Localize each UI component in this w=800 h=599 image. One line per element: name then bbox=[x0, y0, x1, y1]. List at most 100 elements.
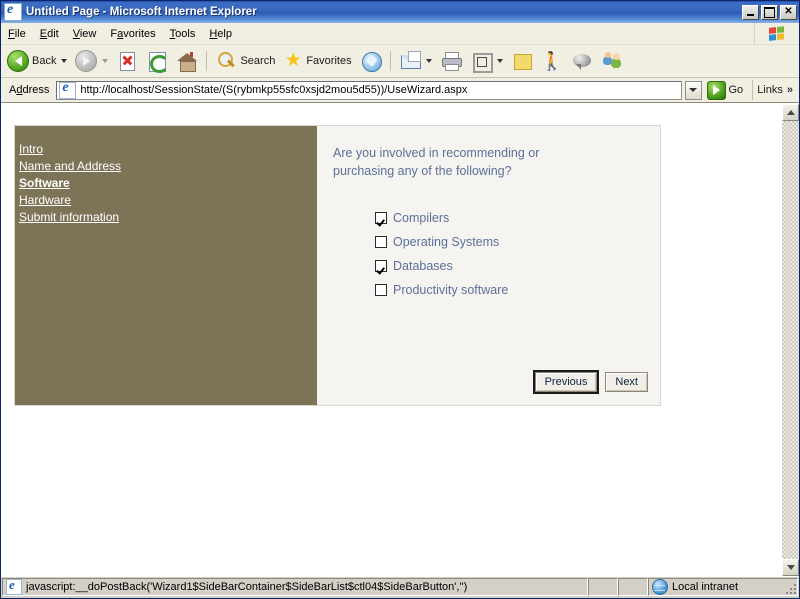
print-button[interactable] bbox=[436, 48, 466, 74]
checkbox-compilers[interactable] bbox=[375, 212, 387, 224]
checkbox-row-operating-systems[interactable]: Operating Systems bbox=[375, 230, 660, 254]
discuss-icon bbox=[571, 50, 593, 72]
notes-icon bbox=[511, 50, 533, 72]
close-button[interactable]: ✕ bbox=[780, 5, 797, 20]
security-zone-pane[interactable]: Local intranet bbox=[648, 578, 798, 596]
next-button[interactable]: Next bbox=[605, 372, 648, 392]
home-icon bbox=[176, 50, 198, 72]
notes-button[interactable] bbox=[507, 48, 537, 74]
list-item: Software bbox=[19, 175, 317, 191]
mail-icon bbox=[399, 50, 421, 72]
forward-button[interactable] bbox=[71, 48, 112, 74]
toolbar: Back Search ★ Favorites bbox=[1, 45, 799, 78]
checkbox-operating-systems[interactable] bbox=[375, 236, 387, 248]
sidebar-item-submit-information[interactable]: Submit information bbox=[19, 209, 119, 225]
people-icon bbox=[601, 50, 623, 72]
checkbox-row-productivity-software[interactable]: Productivity software bbox=[375, 278, 660, 302]
checkbox-label-operating-systems: Operating Systems bbox=[393, 235, 499, 249]
links-button[interactable]: Links » bbox=[752, 80, 797, 100]
toolbar-separator bbox=[206, 51, 207, 71]
scroll-up-button[interactable] bbox=[782, 104, 799, 121]
list-item: Intro bbox=[19, 141, 317, 157]
search-button[interactable]: Search bbox=[211, 48, 279, 74]
checkbox-productivity-software[interactable] bbox=[375, 284, 387, 296]
home-button[interactable] bbox=[172, 48, 202, 74]
window-controls: ✕ bbox=[742, 5, 797, 20]
menu-item-view[interactable]: View bbox=[66, 26, 104, 42]
address-input[interactable]: http://localhost/SessionState/(S(rybmkp5… bbox=[56, 81, 681, 100]
address-label: Address bbox=[3, 84, 53, 96]
messenger-runner-button[interactable]: 🚶 bbox=[537, 48, 567, 74]
status-pane-3 bbox=[618, 578, 648, 596]
refresh-icon bbox=[146, 50, 168, 72]
mail-button[interactable] bbox=[395, 48, 436, 74]
list-item: Submit information bbox=[19, 209, 317, 225]
address-bar: Address http://localhost/SessionState/(S… bbox=[1, 78, 799, 103]
go-button[interactable]: Go bbox=[705, 81, 750, 100]
sidebar-item-hardware[interactable]: Hardware bbox=[19, 192, 71, 208]
back-dropdown-icon[interactable] bbox=[61, 59, 67, 63]
maximize-button[interactable] bbox=[761, 5, 778, 20]
address-url-text: http://localhost/SessionState/(S(rybmkp5… bbox=[80, 84, 680, 96]
list-item: Name and Address bbox=[19, 158, 317, 174]
menu-bar: FFileile Edit View Favorites Tools Help bbox=[1, 23, 799, 45]
globe-icon bbox=[652, 579, 668, 595]
security-zone-label: Local intranet bbox=[672, 581, 738, 593]
wizard-sidebar: Intro Name and Address Software Hardware bbox=[15, 126, 317, 405]
menu-item-favorites[interactable]: Favorites bbox=[103, 26, 162, 42]
window-title: Untitled Page - Microsoft Internet Explo… bbox=[26, 6, 742, 18]
favorites-button[interactable]: ★ Favorites bbox=[279, 48, 355, 74]
checkbox-row-compilers[interactable]: Compilers bbox=[375, 206, 660, 230]
scrollbar-track[interactable] bbox=[782, 121, 799, 559]
address-dropdown-button[interactable] bbox=[685, 81, 702, 100]
sidebar-item-intro[interactable]: Intro bbox=[19, 141, 43, 157]
favorites-label: Favorites bbox=[306, 55, 351, 67]
refresh-button[interactable] bbox=[142, 48, 172, 74]
chevron-up-icon bbox=[787, 110, 795, 115]
checkbox-label-productivity-software: Productivity software bbox=[393, 283, 508, 297]
minimize-button[interactable] bbox=[742, 5, 759, 20]
forward-icon bbox=[75, 50, 97, 72]
edit-button[interactable] bbox=[466, 48, 507, 74]
edit-dropdown-icon[interactable] bbox=[497, 59, 503, 63]
stop-button[interactable] bbox=[112, 48, 142, 74]
sidebar-item-software[interactable]: Software bbox=[19, 175, 70, 191]
windows-logo bbox=[754, 23, 799, 44]
wizard-step-panel: Are you involved in recommending or purc… bbox=[317, 126, 660, 405]
media-button[interactable] bbox=[356, 48, 386, 74]
previous-button[interactable]: Previous bbox=[535, 372, 598, 392]
forward-dropdown-icon[interactable] bbox=[102, 59, 108, 63]
browser-viewport: Intro Name and Address Software Hardware bbox=[1, 103, 799, 576]
media-icon bbox=[360, 50, 382, 72]
wizard-navigation: Previous Next bbox=[535, 372, 648, 392]
scroll-down-button[interactable] bbox=[782, 559, 799, 576]
chevron-down-icon bbox=[787, 565, 795, 570]
menu-item-tools[interactable]: Tools bbox=[163, 26, 203, 42]
mail-dropdown-icon[interactable] bbox=[426, 59, 432, 63]
go-label: Go bbox=[729, 84, 744, 96]
menu-item-file[interactable]: FFileile bbox=[1, 26, 33, 42]
discuss-button[interactable] bbox=[567, 48, 597, 74]
go-icon bbox=[707, 81, 726, 100]
people-button[interactable] bbox=[597, 48, 627, 74]
status-message-pane: javascript:__doPostBack('Wizard1$SideBar… bbox=[2, 578, 588, 596]
wizard-step-list: Intro Name and Address Software Hardware bbox=[19, 141, 317, 225]
address-page-icon bbox=[59, 82, 76, 99]
checkbox-row-databases[interactable]: Databases bbox=[375, 254, 660, 278]
messenger-runner-icon: 🚶 bbox=[541, 50, 563, 72]
print-icon bbox=[440, 50, 462, 72]
menu-item-edit[interactable]: Edit bbox=[33, 26, 66, 42]
vertical-scrollbar[interactable] bbox=[781, 104, 799, 576]
sidebar-item-name-and-address[interactable]: Name and Address bbox=[19, 158, 121, 174]
back-icon bbox=[7, 50, 29, 72]
web-page: Intro Name and Address Software Hardware bbox=[1, 104, 781, 576]
menu-item-help[interactable]: Help bbox=[202, 26, 239, 42]
checkbox-label-databases: Databases bbox=[393, 259, 453, 273]
list-item: Hardware bbox=[19, 192, 317, 208]
checkbox-databases[interactable] bbox=[375, 260, 387, 272]
wizard-control: Intro Name and Address Software Hardware bbox=[14, 125, 661, 406]
checkbox-label-compilers: Compilers bbox=[393, 211, 449, 225]
resize-grip[interactable] bbox=[784, 582, 796, 594]
search-label: Search bbox=[240, 55, 275, 67]
back-button[interactable]: Back bbox=[3, 48, 71, 74]
